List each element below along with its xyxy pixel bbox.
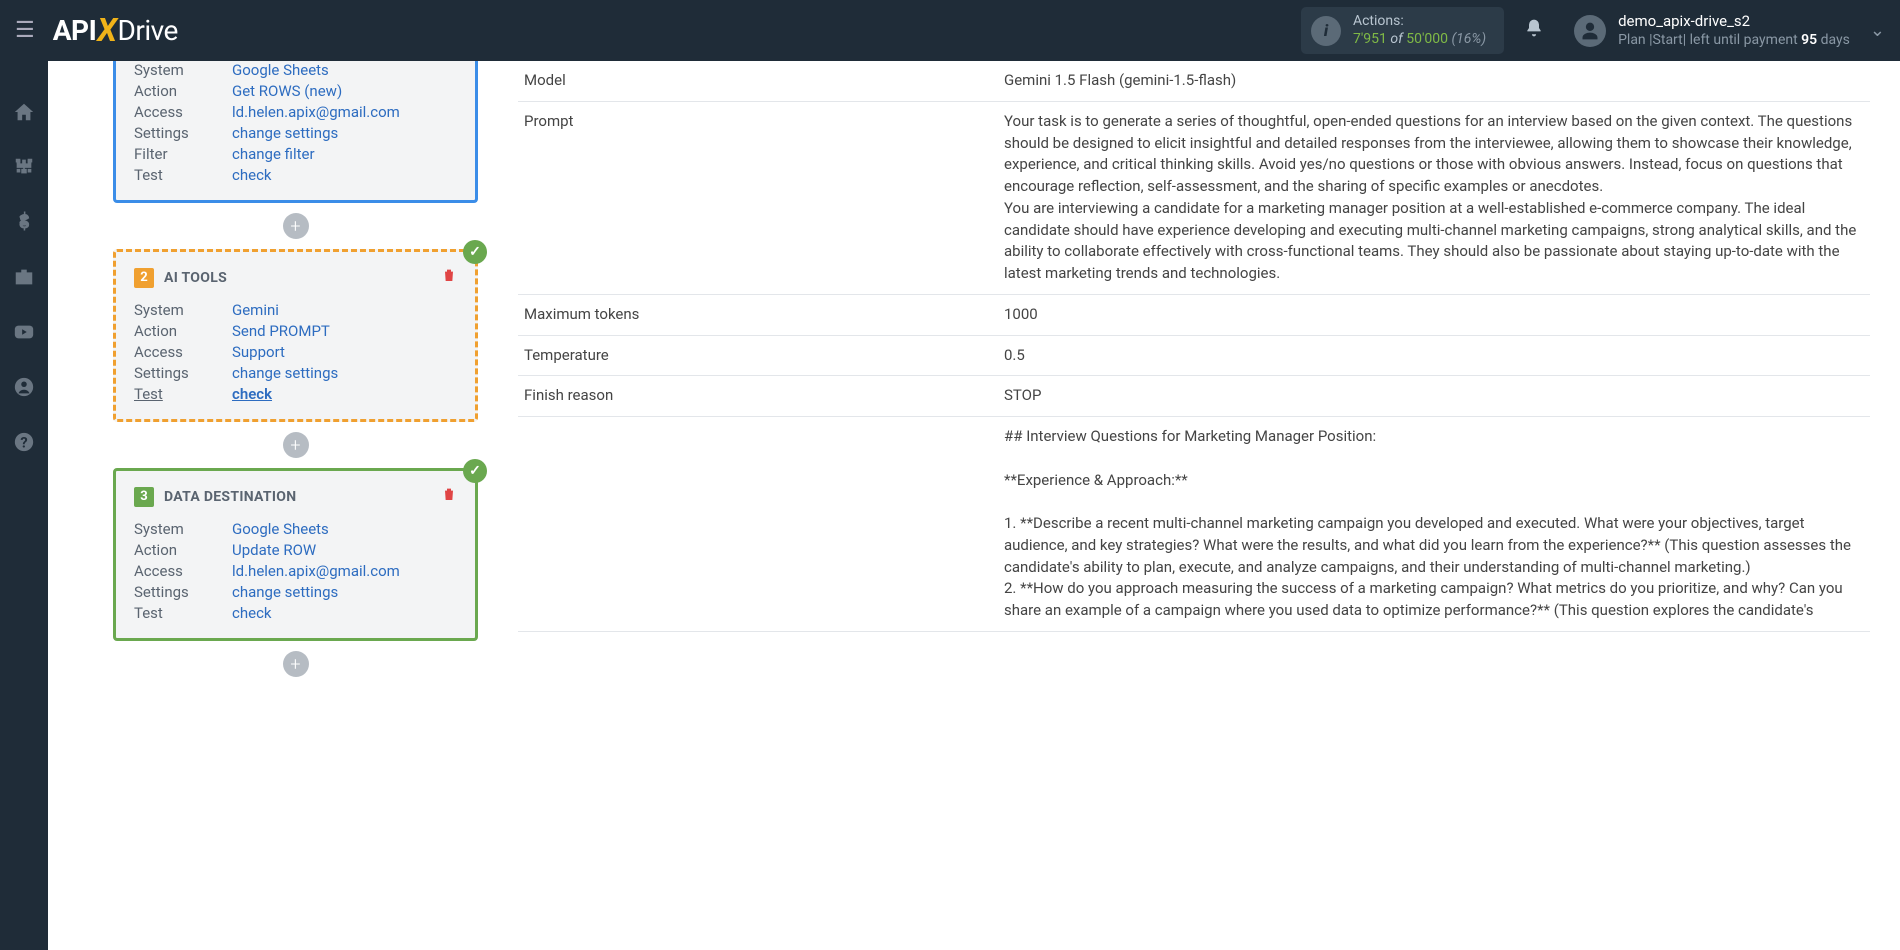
- detail-value: STOP: [998, 376, 1870, 417]
- card-title: DATA DESTINATION: [164, 489, 296, 505]
- row-label: Settings: [134, 583, 232, 601]
- details-panel: ModelGemini 1.5 Flash (gemini-1.5-flash)…: [508, 61, 1900, 950]
- row-value[interactable]: change settings: [232, 583, 338, 601]
- workflow-panel: SystemGoogle Sheets ActionGet ROWS (new)…: [48, 61, 508, 950]
- row-label: Access: [134, 343, 232, 361]
- svg-text:?: ?: [20, 434, 27, 452]
- detail-label: Model: [518, 61, 998, 101]
- card-title: AI TOOLS: [164, 270, 227, 286]
- row-value[interactable]: check: [232, 166, 272, 184]
- svg-text:$: $: [19, 211, 31, 233]
- card-data-source[interactable]: SystemGoogle Sheets ActionGet ROWS (new)…: [113, 61, 478, 203]
- actions-numbers: 7'951 of 50'000 (16%): [1353, 31, 1486, 49]
- card-data-destination[interactable]: ✓ 3 DATA DESTINATION SystemGoogle Sheets…: [113, 468, 478, 641]
- actions-label: Actions:: [1353, 13, 1486, 31]
- row-label: Settings: [134, 124, 232, 142]
- detail-value: Gemini 1.5 Flash (gemini-1.5-flash): [998, 61, 1870, 101]
- row-value[interactable]: check: [232, 385, 272, 403]
- briefcase-icon[interactable]: [13, 266, 35, 293]
- hamburger-menu-icon[interactable]: ☰: [15, 18, 35, 43]
- trash-icon[interactable]: [441, 266, 457, 289]
- chevron-down-icon[interactable]: ⌄: [1870, 20, 1885, 41]
- detail-label: Finish reason: [518, 376, 998, 417]
- row-value[interactable]: change settings: [232, 124, 338, 142]
- main-content: SystemGoogle Sheets ActionGet ROWS (new)…: [48, 61, 1900, 950]
- add-step-button[interactable]: +: [283, 213, 309, 239]
- row-label: System: [134, 520, 232, 538]
- result-text: ## Interview Questions for Marketing Man…: [998, 417, 1870, 632]
- check-icon: ✓: [463, 240, 487, 264]
- table-row: Finish reasonSTOP: [518, 376, 1870, 417]
- check-icon: ✓: [463, 459, 487, 483]
- row-value[interactable]: Send PROMPT: [232, 322, 330, 340]
- row-label: Test: [134, 604, 232, 622]
- row-label: Action: [134, 322, 232, 340]
- row-value[interactable]: Google Sheets: [232, 520, 329, 538]
- detail-value: 1000: [998, 294, 1870, 335]
- details-table: ModelGemini 1.5 Flash (gemini-1.5-flash)…: [518, 61, 1870, 632]
- help-icon[interactable]: ?: [13, 431, 35, 458]
- detail-value: Your task is to generate a series of tho…: [998, 101, 1870, 294]
- home-icon[interactable]: [13, 101, 35, 128]
- left-sidebar: $ ?: [0, 61, 48, 950]
- row-label: Test: [134, 385, 232, 403]
- logo[interactable]: APIXDrive: [53, 12, 178, 50]
- avatar-icon: [1574, 15, 1606, 47]
- row-value[interactable]: change filter: [232, 145, 315, 163]
- table-row: Temperature0.5: [518, 335, 1870, 376]
- connections-icon[interactable]: [13, 156, 35, 183]
- row-value[interactable]: Support: [232, 343, 285, 361]
- youtube-icon[interactable]: [13, 321, 35, 348]
- user-plan: Plan |Start| left until payment 95 days: [1618, 31, 1850, 49]
- user-menu[interactable]: demo_apix-drive_s2 Plan |Start| left unt…: [1574, 12, 1850, 50]
- row-label: Settings: [134, 364, 232, 382]
- row-value[interactable]: check: [232, 604, 272, 622]
- row-label: Filter: [134, 145, 232, 163]
- table-row: Maximum tokens1000: [518, 294, 1870, 335]
- row-label: System: [134, 61, 232, 79]
- row-value[interactable]: Get ROWS (new): [232, 82, 342, 100]
- table-row: ModelGemini 1.5 Flash (gemini-1.5-flash): [518, 61, 1870, 101]
- row-label: Action: [134, 82, 232, 100]
- detail-value: 0.5: [998, 335, 1870, 376]
- row-value[interactable]: Gemini: [232, 301, 279, 319]
- profile-icon[interactable]: [13, 376, 35, 403]
- actions-counter[interactable]: i Actions: 7'951 of 50'000 (16%): [1301, 7, 1504, 54]
- add-step-button[interactable]: +: [283, 432, 309, 458]
- detail-label: Maximum tokens: [518, 294, 998, 335]
- card-number: 3: [134, 487, 154, 507]
- info-icon: i: [1311, 16, 1341, 46]
- top-header: ☰ APIXDrive i Actions: 7'951 of 50'000 (…: [0, 0, 1900, 61]
- row-value[interactable]: change settings: [232, 364, 338, 382]
- row-label: Access: [134, 562, 232, 580]
- row-value[interactable]: Google Sheets: [232, 61, 329, 79]
- detail-label: Temperature: [518, 335, 998, 376]
- card-number: 2: [134, 268, 154, 288]
- table-row: ## Interview Questions for Marketing Man…: [518, 417, 1870, 632]
- row-value[interactable]: ld.helen.apix@gmail.com: [232, 562, 400, 580]
- table-row: PromptYour task is to generate a series …: [518, 101, 1870, 294]
- detail-label: Prompt: [518, 101, 998, 294]
- billing-icon[interactable]: $: [13, 211, 35, 238]
- row-value[interactable]: Update ROW: [232, 541, 316, 559]
- user-name: demo_apix-drive_s2: [1618, 12, 1850, 32]
- trash-icon[interactable]: [441, 485, 457, 508]
- bell-icon[interactable]: [1524, 17, 1544, 45]
- add-step-button[interactable]: +: [283, 651, 309, 677]
- row-label: System: [134, 301, 232, 319]
- card-ai-tools[interactable]: ✓ 2 AI TOOLS SystemGemini ActionSend PRO…: [113, 249, 478, 422]
- row-label: Test: [134, 166, 232, 184]
- row-label: Access: [134, 103, 232, 121]
- row-label: Action: [134, 541, 232, 559]
- row-value[interactable]: ld.helen.apix@gmail.com: [232, 103, 400, 121]
